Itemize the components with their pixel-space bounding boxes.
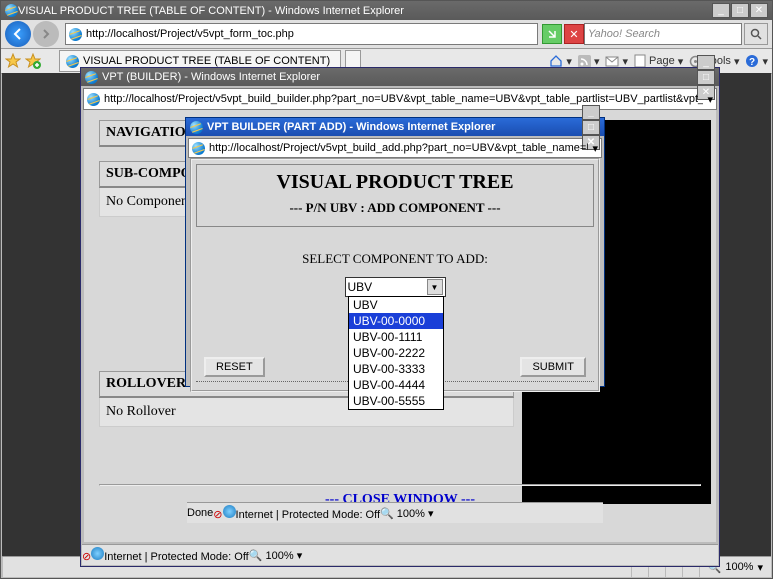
reset-button[interactable]: RESET [204,357,265,377]
partadd-title-bar: VPT BUILDER (PART ADD) - Windows Interne… [186,118,604,136]
search-box[interactable]: Yahoo! Search [584,23,742,45]
builder-title-bar: VPT (BUILDER) - Windows Internet Explore… [81,68,719,86]
builder-zoom-control[interactable]: 🔍 100% ▾ [249,549,302,562]
partadd-status-bar: Done ⊘Internet | Protected Mode: Off 🔍 1… [187,502,603,523]
ie-icon [85,71,98,84]
partadd-address-bar[interactable]: http://localhost/Project/v5vpt_build_add… [188,138,602,158]
builder-maximize-button[interactable]: □ [697,70,715,85]
ie-icon [190,121,203,134]
partadd-window: VPT BUILDER (PART ADD) - Windows Interne… [185,117,605,387]
component-select[interactable]: UBV ▼ UBVUBV-00-0000UBV-00-1111UBV-00-22… [345,277,446,297]
status-done: Done [187,507,213,519]
mail-button[interactable]: ▾ [605,55,628,68]
rollover-section-body: No Rollover [99,398,514,427]
maximize-button[interactable]: □ [731,3,749,18]
stop-button[interactable]: ✕ [564,24,584,44]
tab-icon [66,55,79,68]
partadd-content: VISUAL PRODUCT TREE --- P/N UBV : ADD CO… [190,158,600,382]
minimize-button[interactable]: _ [712,3,730,18]
help-button[interactable]: ?▾ [745,54,768,68]
tab-label: VISUAL PRODUCT TREE (TABLE OF CONTENT) [83,55,330,67]
page-icon [69,28,82,41]
component-select-value: UBV [348,280,373,294]
builder-minimize-button[interactable]: _ [697,55,715,70]
ie-icon [5,4,18,17]
feeds-button[interactable]: ▾ [578,55,600,68]
dropdown-arrow-icon[interactable]: ▾ [707,93,713,106]
main-title-bar: VISUAL PRODUCT TREE (TABLE OF CONTENT) -… [1,1,772,20]
page-menu[interactable]: Page ▾ [634,54,683,68]
chevron-down-icon: ▼ [427,279,443,295]
home-button[interactable]: ▾ [549,54,572,68]
dropdown-arrow-icon[interactable]: ▾ [592,142,598,155]
component-option[interactable]: UBV-00-3333 [349,361,443,377]
partadd-minimize-button[interactable]: _ [582,105,600,120]
partadd-zoom-control[interactable]: 🔍 100% ▾ [380,507,433,520]
add-favorite-icon[interactable] [25,53,41,69]
favorites-star-icon[interactable] [5,53,21,69]
page-icon [192,142,205,155]
builder-window-title: VPT (BUILDER) - Windows Internet Explore… [102,71,320,83]
component-option[interactable]: UBV [349,297,443,313]
partadd-window-title: VPT BUILDER (PART ADD) - Windows Interne… [207,121,495,133]
close-button[interactable]: ✕ [750,3,768,18]
form-subheading: --- P/N UBV : ADD COMPONENT --- [201,200,589,216]
builder-address-bar[interactable]: http://localhost/Project/v5vpt_build_bui… [83,88,717,110]
globe-icon [223,505,236,518]
builder-status-bar: ⊘Internet | Protected Mode: Off 🔍 100% ▾ [82,544,718,565]
partadd-address-text: http://localhost/Project/v5vpt_build_add… [209,142,588,154]
component-option[interactable]: UBV-00-0000 [349,313,443,329]
search-placeholder: Yahoo! Search [588,28,660,40]
component-option[interactable]: UBV-00-5555 [349,393,443,409]
svg-text:?: ? [749,57,755,68]
form-heading: VISUAL PRODUCT TREE [201,171,589,194]
builder-address-text: http://localhost/Project/v5vpt_build_bui… [104,93,703,105]
main-window-title: VISUAL PRODUCT TREE (TABLE OF CONTENT) -… [18,5,404,17]
page-icon [87,93,100,106]
forward-button[interactable] [33,21,59,47]
form-label: SELECT COMPONENT TO ADD: [196,251,594,267]
search-button[interactable] [744,23,768,45]
partadd-maximize-button[interactable]: □ [582,120,600,135]
refresh-button[interactable] [542,24,562,44]
submit-button[interactable]: SUBMIT [520,357,586,377]
component-option[interactable]: UBV-00-1111 [349,329,443,345]
address-bar[interactable]: http://localhost/Project/v5vpt_form_toc.… [65,23,538,45]
component-option[interactable]: UBV-00-2222 [349,345,443,361]
nav-toolbar: http://localhost/Project/v5vpt_form_toc.… [1,20,772,49]
address-text: http://localhost/Project/v5vpt_form_toc.… [86,28,534,40]
globe-icon [91,547,104,560]
back-button[interactable] [5,21,31,47]
component-dropdown: UBVUBV-00-0000UBV-00-1111UBV-00-2222UBV-… [348,296,444,410]
component-option[interactable]: UBV-00-4444 [349,377,443,393]
